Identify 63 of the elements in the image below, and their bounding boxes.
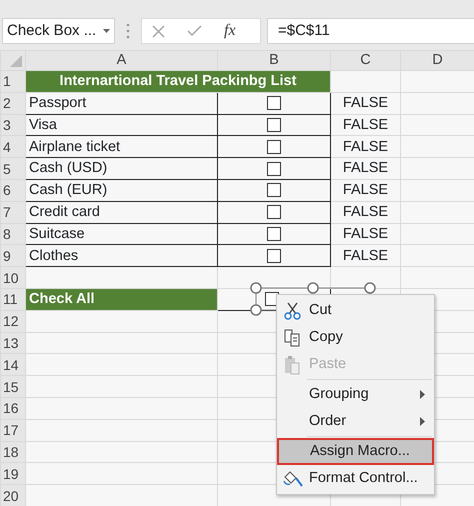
table-cell: FALSE — [330, 223, 400, 245]
row-header[interactable]: 9 — [0, 244, 26, 267]
row-header[interactable]: 15 — [0, 376, 26, 398]
row-header[interactable]: 16 — [0, 397, 26, 420]
name-box[interactable]: Check Box ... — [2, 18, 115, 44]
row-header[interactable]: 8 — [0, 223, 26, 245]
checkbox[interactable] — [267, 162, 281, 176]
row-header[interactable]: 11 — [0, 288, 26, 310]
column-header[interactable]: A — [26, 50, 218, 70]
column-header[interactable]: B — [218, 50, 330, 70]
row-header[interactable]: 2 — [0, 92, 26, 114]
menu-item[interactable]: Copy — [277, 324, 434, 351]
check-icon[interactable] — [187, 25, 202, 37]
table-cell: Airplane ticket — [26, 136, 218, 158]
table-cell: FALSE — [330, 244, 400, 267]
checkbox[interactable] — [267, 118, 281, 132]
row-header[interactable]: 5 — [0, 158, 26, 180]
table-cell: Passport — [26, 92, 218, 114]
row-header[interactable]: 4 — [0, 136, 26, 158]
table-cell: Credit card — [26, 201, 218, 224]
table-cell: FALSE — [330, 114, 400, 136]
table-cell: FALSE — [330, 92, 400, 114]
checkbox[interactable] — [267, 205, 281, 220]
row-header[interactable]: 12 — [0, 310, 26, 332]
checkbox[interactable] — [267, 183, 281, 198]
submenu-arrow-icon — [420, 390, 425, 399]
table-cell: Cash (USD) — [26, 158, 218, 180]
table-cell: Visa — [26, 114, 218, 136]
row-header[interactable]: 6 — [0, 179, 26, 202]
column-header[interactable]: C — [330, 50, 400, 70]
row-header[interactable]: 3 — [0, 114, 26, 136]
table-cell: Cash (EUR) — [26, 179, 218, 202]
row-header[interactable]: 18 — [0, 441, 26, 463]
table-cell: FALSE — [330, 201, 400, 224]
submenu-arrow-icon — [420, 417, 425, 426]
menu-item[interactable]: Assign Macro... — [277, 438, 434, 465]
table-cell: Clothes — [26, 244, 218, 267]
table-cell: FALSE — [330, 179, 400, 202]
insert-function-button[interactable]: fx — [224, 19, 236, 43]
table-cell: Suitcase — [26, 223, 218, 245]
column-header[interactable]: D — [400, 50, 474, 70]
menu-item[interactable]: Format Control... — [277, 465, 434, 492]
row-header[interactable]: 10 — [0, 266, 26, 288]
row-header[interactable]: 7 — [0, 201, 26, 224]
table-title: Internartional Travel Packinbg List — [26, 70, 330, 92]
dropdown-caret-icon — [103, 29, 110, 33]
row-header[interactable]: 14 — [0, 354, 26, 376]
table-cell: FALSE — [330, 136, 400, 158]
format-brush-icon — [282, 468, 304, 488]
row-header[interactable]: 19 — [0, 462, 26, 485]
checkbox[interactable] — [267, 140, 281, 154]
row-header[interactable]: 20 — [0, 484, 26, 506]
table-cell: FALSE — [330, 158, 400, 180]
row-header[interactable]: 1 — [0, 70, 26, 92]
table-cell: Check All — [26, 288, 218, 310]
formula-field[interactable]: =$C$11 — [267, 18, 474, 44]
menu-item[interactable]: Grouping — [277, 381, 434, 408]
checkbox[interactable] — [267, 248, 281, 263]
row-header[interactable]: 13 — [0, 332, 26, 354]
row-header[interactable]: 17 — [0, 419, 26, 442]
checkbox[interactable] — [267, 96, 281, 110]
checkbox[interactable] — [267, 226, 281, 241]
menu-item[interactable]: Order — [277, 408, 434, 435]
